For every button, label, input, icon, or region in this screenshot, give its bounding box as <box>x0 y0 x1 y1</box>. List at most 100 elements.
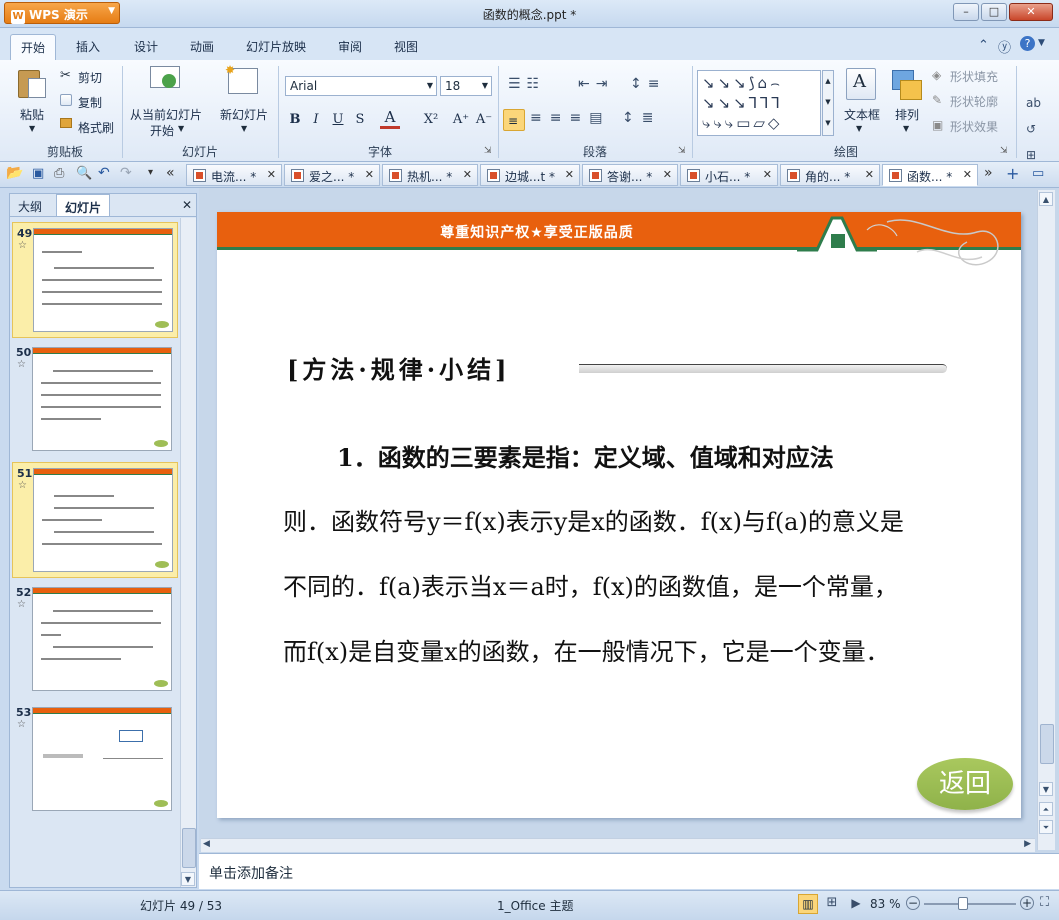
horizontal-scrollbar[interactable]: ◀ ▶ <box>201 838 1035 852</box>
play-slideshow-icon[interactable] <box>150 66 182 96</box>
shape-effect-button[interactable]: 形状效果 <box>950 118 998 135</box>
fit-window-icon[interactable]: ⛶ <box>1040 895 1049 910</box>
paste-dropdown-icon[interactable]: ▼ <box>29 124 35 133</box>
scroll-down-icon[interactable]: ▼ <box>1039 782 1053 796</box>
tab-slideshow[interactable]: 幻灯片放映 <box>236 36 316 60</box>
ribbon-minimize-icon[interactable]: ⌃ <box>978 38 989 53</box>
indent-buttons-icon[interactable]: ⇤⇥ <box>578 76 613 92</box>
more-tools-icon[interactable]: ab ↺ ⊞ <box>1026 90 1041 168</box>
close-icon[interactable]: ✕ <box>463 168 472 181</box>
tab-review[interactable]: 审阅 <box>328 36 372 60</box>
close-icon[interactable]: ✕ <box>763 168 772 181</box>
format-painter-button[interactable]: 格式刷 <box>78 119 114 136</box>
help-dropdown-icon[interactable]: ▼ <box>1038 38 1045 48</box>
list-buttons-icon[interactable]: ☰☷ <box>508 76 545 92</box>
copy-button[interactable]: 复制 <box>78 94 102 111</box>
customize-toolbar-icon[interactable]: ▾ <box>148 167 153 178</box>
zoom-slider-track[interactable] <box>924 903 1016 905</box>
normal-view-icon[interactable]: ▥ <box>798 894 818 914</box>
doc-tab[interactable]: 爱之... * ✕ <box>284 164 380 186</box>
slide-thumbnail[interactable]: 51 ☆ <box>12 462 178 578</box>
new-tab-icon[interactable]: + <box>1006 164 1019 183</box>
undo-icon[interactable]: ↶ <box>98 165 110 181</box>
close-icon[interactable]: ✕ <box>267 168 276 181</box>
slide-thumbnail[interactable]: 52 ☆ <box>12 582 178 698</box>
scroll-left-icon[interactable]: ◀ <box>203 839 210 849</box>
tab-list-icon[interactable]: ▭ <box>1032 166 1044 181</box>
copy-icon[interactable] <box>60 94 72 106</box>
tab-home[interactable]: 开始 <box>10 34 57 60</box>
close-icon[interactable]: ✕ <box>865 168 874 181</box>
slide-thumbnail[interactable]: 50 ☆ <box>12 342 178 458</box>
text-box-icon[interactable]: A <box>846 68 876 100</box>
shape-outline-icon[interactable]: ✎ <box>932 93 942 107</box>
bold-button[interactable]: B <box>285 112 305 127</box>
notes-pane[interactable]: 单击添加备注 <box>199 853 1059 889</box>
paragraph-dialog-launcher-icon[interactable]: ⇲ <box>678 146 686 156</box>
slide-sorter-icon[interactable]: ⊞ <box>822 894 842 914</box>
tab-outline[interactable]: 大纲 <box>10 194 50 216</box>
back-button[interactable]: 返回 <box>917 758 1013 810</box>
text-box-dropdown-icon[interactable]: ▼ <box>856 124 862 133</box>
direction-buttons-icon[interactable]: ↕≡ <box>630 76 665 92</box>
close-panel-icon[interactable]: ✕ <box>182 198 192 212</box>
slide-thumbnail[interactable]: 49 ☆ <box>12 222 178 338</box>
print-icon[interactable]: ⎙ <box>54 166 64 181</box>
zoom-slider-thumb[interactable] <box>958 897 968 910</box>
doc-tab-active[interactable]: 函数... * ✕ <box>882 164 978 186</box>
underline-button[interactable]: U <box>328 112 348 127</box>
doc-tab[interactable]: 角的... * ✕ <box>780 164 880 186</box>
format-painter-icon[interactable] <box>60 118 72 128</box>
shape-fill-icon[interactable]: ◈ <box>932 68 941 82</box>
zoom-level[interactable]: 83 % <box>870 897 901 911</box>
tab-insert[interactable]: 插入 <box>66 36 110 60</box>
slide-thumbnail[interactable]: 53 ☆ <box>12 702 178 818</box>
align-left-button[interactable]: ≡ <box>503 109 525 131</box>
new-slide-dropdown-icon[interactable]: ▼ <box>241 124 247 133</box>
scissors-icon[interactable]: ✂ <box>60 68 71 83</box>
slides-panel-scrollbar[interactable]: ▼ <box>180 218 196 887</box>
start-label[interactable]: 开始 <box>150 122 174 139</box>
slide-canvas[interactable]: 尊重知识产权★享受正版品质 [方法·规律·小结] 1．函数的三要素是指：定义域、… <box>217 212 1021 818</box>
cut-button[interactable]: 剪切 <box>78 69 102 86</box>
shapes-gallery-scroll[interactable]: ▲ ▼ ▼ <box>822 70 834 136</box>
redo-icon[interactable]: ↷ <box>120 165 132 181</box>
font-color-button[interactable]: A <box>380 108 400 129</box>
font-dialog-launcher-icon[interactable]: ⇲ <box>484 146 492 156</box>
scroll-up-icon[interactable]: ▲ <box>1039 192 1053 206</box>
doc-tab[interactable]: 电流... * ✕ <box>186 164 282 186</box>
quick-access-toolbar-icons[interactable]: 📂 <box>6 165 27 181</box>
previous-slide-icon[interactable]: ⏶ <box>1039 802 1053 816</box>
tabs-scroll-left-icon[interactable]: « <box>166 165 175 181</box>
align-buttons-icon[interactable]: ≡≡≡▤ <box>530 110 610 126</box>
close-icon[interactable]: ✕ <box>963 168 972 181</box>
doc-tab[interactable]: 小石... * ✕ <box>680 164 778 186</box>
slideshow-view-icon[interactable]: ▶ <box>846 894 866 914</box>
tabs-scroll-right-icon[interactable]: » <box>984 165 993 181</box>
minimize-button[interactable]: – <box>953 3 979 21</box>
paste-button[interactable]: 粘贴 <box>20 106 44 123</box>
paste-icon[interactable] <box>16 66 48 100</box>
tab-design[interactable]: 设计 <box>124 36 168 60</box>
new-slide-button[interactable]: 新幻灯片 <box>220 106 268 123</box>
tab-view[interactable]: 视图 <box>384 36 428 60</box>
shrink-font-button[interactable]: A⁻ <box>473 112 495 127</box>
close-icon[interactable]: ✕ <box>663 168 672 181</box>
from-current-slide-button[interactable]: 从当前幻灯片 <box>130 106 202 123</box>
zoom-in-icon[interactable]: + <box>1020 896 1034 910</box>
shape-effect-icon[interactable]: ▣ <box>932 118 943 132</box>
doc-tab[interactable]: 边城...t * ✕ <box>480 164 580 186</box>
doc-tab[interactable]: 热机... * ✕ <box>382 164 478 186</box>
start-dropdown-icon[interactable]: ▼ <box>178 124 184 133</box>
shadow-button[interactable]: S <box>350 112 370 127</box>
print-preview-icon[interactable]: 🔍 <box>76 166 92 181</box>
drawing-dialog-launcher-icon[interactable]: ⇲ <box>1000 146 1008 156</box>
arrange-button[interactable]: 排列 <box>895 106 919 123</box>
shape-outline-button[interactable]: 形状轮廓 <box>950 93 998 110</box>
scroll-right-icon[interactable]: ▶ <box>1024 839 1031 849</box>
next-slide-icon[interactable]: ⏷ <box>1039 820 1053 834</box>
italic-button[interactable]: I <box>306 112 326 127</box>
grow-font-button[interactable]: A⁺ <box>450 112 472 127</box>
text-box-button[interactable]: 文本框 <box>844 106 880 123</box>
tab-slides[interactable]: 幻灯片 <box>56 194 111 216</box>
